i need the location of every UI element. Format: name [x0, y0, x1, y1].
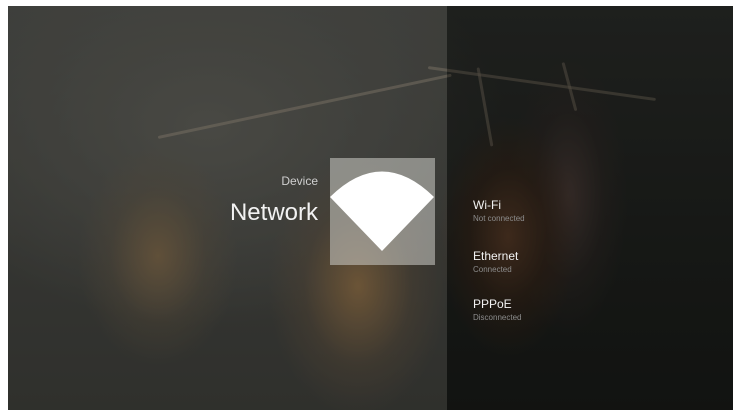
network-icon-tile	[330, 158, 435, 265]
menu-item-wifi[interactable]: Wi-Fi Not connected	[473, 198, 693, 238]
left-pane: Device Network	[8, 6, 447, 410]
page-title: Network	[229, 199, 318, 226]
menu-item-pppoe[interactable]: PPPoE Disconnected	[473, 297, 693, 337]
menu-item-ethernet[interactable]: Ethernet Connected	[473, 249, 693, 289]
menu-item-status: Connected	[473, 265, 512, 274]
menu-item-status: Disconnected	[473, 313, 522, 322]
menu-item-label: Wi-Fi	[473, 198, 501, 212]
menu-item-label: PPPoE	[473, 297, 512, 311]
wifi-icon	[330, 171, 434, 251]
tv-settings-screen: Device Network Wi-Fi Not connected Ether…	[8, 6, 733, 410]
breadcrumb: Device	[281, 174, 318, 188]
menu-item-label: Ethernet	[473, 249, 519, 263]
menu-item-status: Not connected	[473, 214, 525, 223]
